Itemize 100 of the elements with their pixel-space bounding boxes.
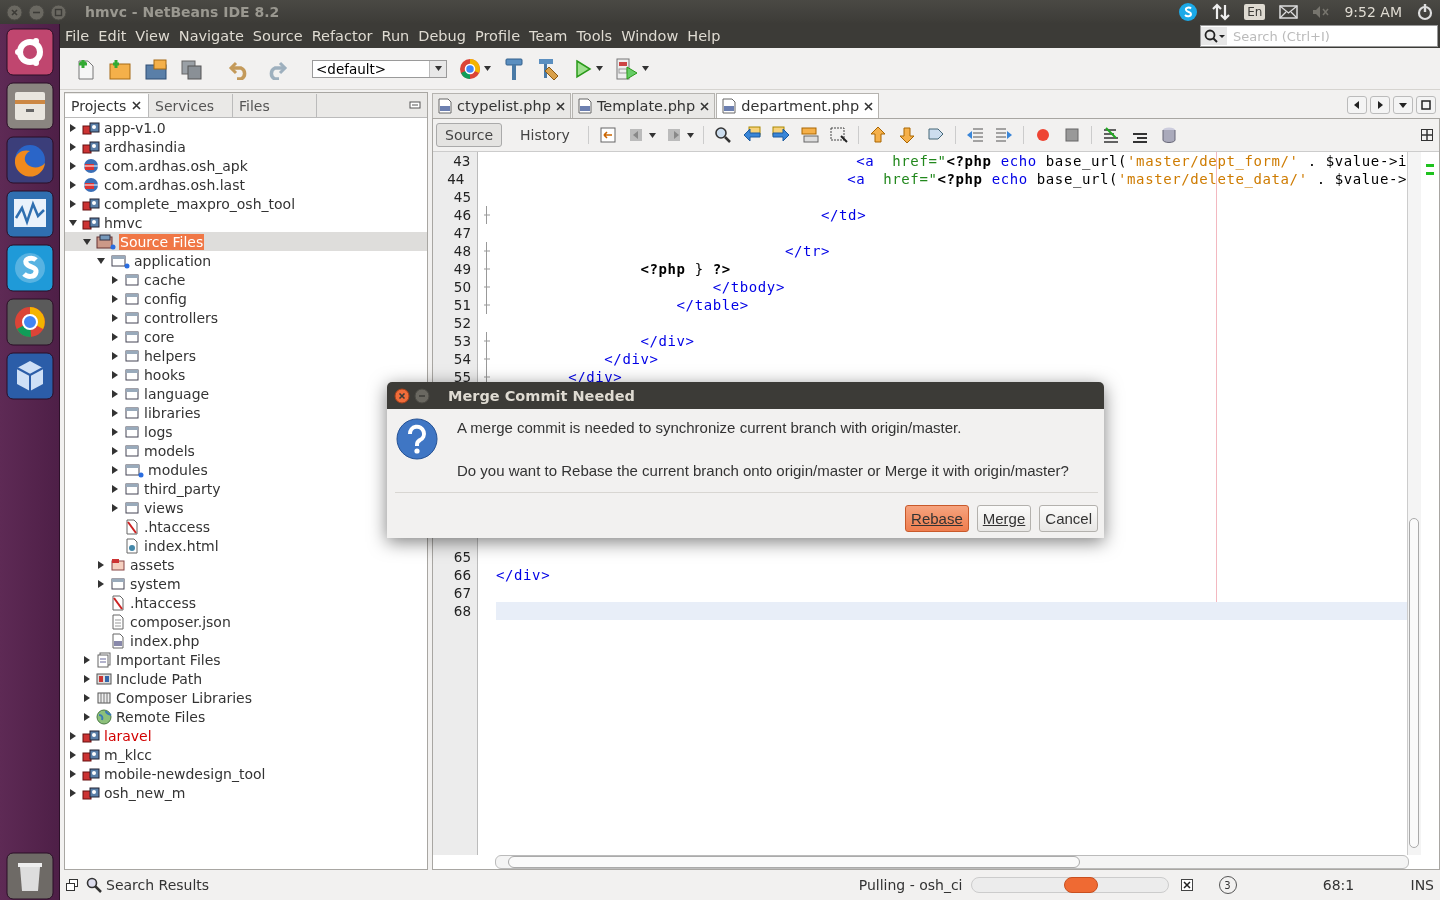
dialog-button[interactable]: Rebase — [905, 505, 969, 532]
menu-item[interactable]: Edit — [98, 28, 127, 44]
editor-tab[interactable]: ctypelist.php — [432, 93, 571, 118]
expand-toggle[interactable] — [69, 180, 77, 189]
cube-icon[interactable] — [5, 352, 54, 400]
maximize-icon[interactable] — [1416, 96, 1436, 114]
expand-toggle[interactable] — [111, 275, 119, 284]
save-all-icon[interactable] — [180, 57, 204, 80]
chat-icon[interactable] — [1178, 2, 1199, 22]
mail-icon[interactable] — [1279, 5, 1299, 19]
search-results-button[interactable]: Search Results — [86, 877, 210, 893]
tree-item[interactable]: system — [129, 575, 182, 592]
tree-item[interactable]: ardhasindia — [103, 138, 187, 155]
panel-tab[interactable]: Files — [233, 94, 317, 117]
tree-item[interactable]: modules — [147, 461, 209, 478]
menu-item[interactable]: Team — [529, 28, 568, 44]
shift-right-icon[interactable] — [993, 125, 1014, 145]
chart-icon[interactable] — [5, 190, 54, 238]
new-folder-icon[interactable] — [108, 57, 132, 80]
expand-toggle[interactable] — [111, 465, 119, 474]
expand-toggle[interactable] — [83, 693, 91, 702]
expand-toggle[interactable] — [69, 161, 77, 170]
caret-icon[interactable] — [434, 66, 442, 71]
browser-icon[interactable] — [5, 298, 54, 346]
tree-item[interactable]: models — [143, 442, 196, 459]
restore-windows-icon[interactable] — [66, 879, 78, 891]
caret-icon[interactable] — [642, 66, 649, 71]
horizontal-scrollbar[interactable] — [495, 855, 1409, 869]
panel-tab[interactable]: Projects — [65, 94, 149, 117]
fold-marker[interactable] — [483, 296, 490, 314]
tree-item[interactable]: hmvc — [103, 214, 144, 231]
trash-icon[interactable] — [5, 852, 54, 900]
editor-tab[interactable]: Template.php — [571, 93, 716, 118]
expand-toggle[interactable] — [69, 788, 77, 797]
expand-toggle[interactable] — [111, 313, 119, 322]
close-icon[interactable] — [555, 101, 565, 111]
fold-marker[interactable] — [483, 332, 490, 350]
tree-item[interactable]: app-v1.0 — [103, 119, 167, 136]
view-tab[interactable]: History — [511, 123, 579, 147]
expand-toggle[interactable] — [69, 218, 77, 227]
fold-marker[interactable] — [483, 242, 490, 260]
hammer-icon[interactable] — [503, 56, 525, 81]
power-icon[interactable] — [1416, 3, 1434, 21]
expand-toggle[interactable] — [69, 731, 77, 740]
tree-item[interactable]: libraries — [143, 404, 202, 421]
close-icon[interactable] — [864, 101, 874, 111]
tree-item[interactable]: index.php — [129, 632, 201, 649]
search-icon[interactable] — [1201, 27, 1227, 45]
menu-item[interactable]: Profile — [474, 28, 521, 44]
menu-item[interactable]: Refactor — [311, 28, 373, 44]
expand-toggle[interactable] — [69, 142, 77, 151]
panel-tab[interactable]: Services — [149, 94, 233, 117]
tree-item[interactable]: controllers — [143, 309, 220, 326]
tree-item[interactable]: .htaccess — [143, 518, 211, 535]
scroll-left-icon[interactable] — [1347, 96, 1367, 114]
menu-item[interactable]: Help — [687, 28, 721, 44]
expand-toggle[interactable] — [69, 750, 77, 759]
expand-toggle[interactable] — [111, 427, 119, 436]
close-icon[interactable] — [700, 101, 710, 111]
expand-toggle[interactable] — [83, 674, 91, 683]
expand-toggle[interactable] — [69, 123, 77, 132]
configuration-dropdown[interactable]: <default> — [312, 59, 447, 78]
expand-toggle[interactable] — [111, 503, 119, 512]
drawer-icon[interactable] — [5, 82, 54, 130]
expand-toggle[interactable] — [83, 712, 91, 721]
tree-item[interactable]: complete_maxpro_osh_tool — [103, 195, 297, 212]
transfer-arrows-icon[interactable] — [1212, 3, 1231, 21]
tree-item[interactable]: assets — [129, 556, 176, 573]
tree-item[interactable]: third_party — [143, 480, 222, 497]
tree-item[interactable]: config — [143, 290, 188, 307]
menu-item[interactable]: View — [135, 28, 170, 44]
minimize-icon[interactable] — [409, 99, 421, 111]
menu-item[interactable]: Navigate — [178, 28, 244, 44]
tree-item[interactable]: cache — [143, 271, 187, 288]
expand-toggle[interactable] — [97, 256, 105, 265]
fold-marker[interactable] — [483, 260, 490, 278]
expand-toggle[interactable] — [83, 655, 91, 664]
tree-item[interactable]: com.ardhas.osh.last — [103, 176, 246, 193]
expand-icon[interactable] — [1421, 129, 1433, 141]
vertical-scrollbar[interactable] — [1407, 152, 1421, 855]
folder-icon[interactable] — [144, 57, 168, 80]
clock[interactable]: 9:52 AM — [1344, 4, 1402, 20]
expand-toggle[interactable] — [111, 446, 119, 455]
tree-item[interactable]: Composer Libraries — [115, 689, 253, 706]
tree-item[interactable]: composer.json — [129, 613, 232, 630]
expand-toggle[interactable] — [111, 370, 119, 379]
keyboard-layout-indicator[interactable]: En — [1244, 4, 1266, 20]
tree-item[interactable]: language — [143, 385, 211, 402]
tree-item[interactable]: m_klcc — [103, 746, 154, 763]
tree-item[interactable]: .htaccess — [129, 594, 197, 611]
menu-item[interactable]: Tools — [576, 28, 613, 44]
selection-icon[interactable] — [828, 125, 849, 145]
caret-icon[interactable] — [484, 66, 491, 71]
highlight-icon[interactable] — [799, 125, 820, 145]
chat-icon[interactable] — [5, 244, 54, 292]
editor-tab[interactable]: department.php — [716, 93, 880, 118]
tree-item[interactable]: Include Path — [115, 670, 204, 687]
tree-item[interactable]: Remote Files — [115, 708, 207, 725]
broom-hammer-icon[interactable] — [537, 56, 561, 81]
expand-toggle[interactable] — [69, 199, 77, 208]
